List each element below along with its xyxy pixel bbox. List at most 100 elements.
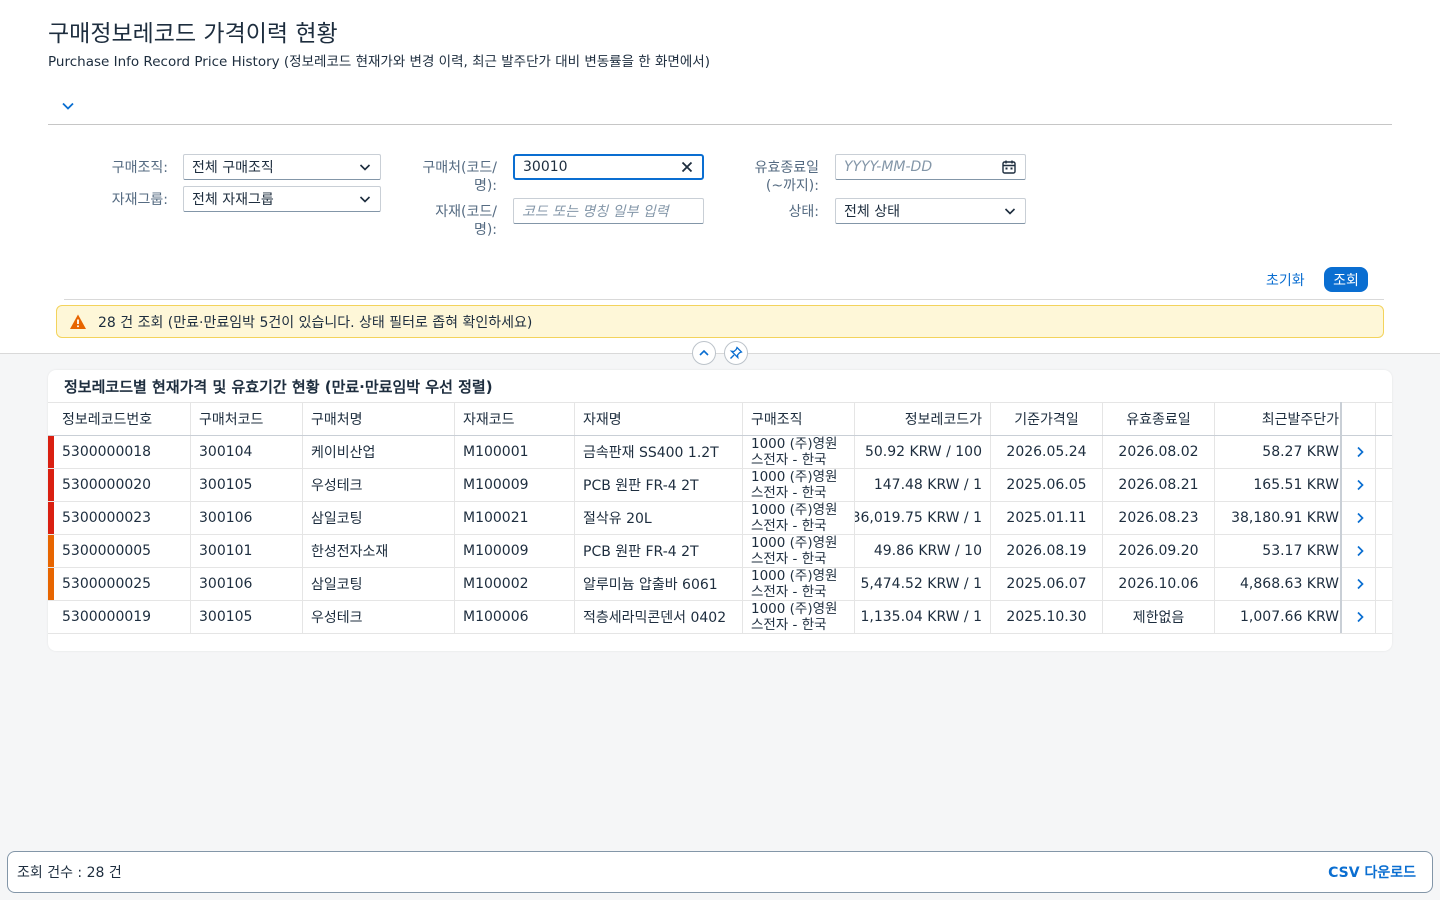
reset-button[interactable]: 초기화 — [1258, 267, 1313, 293]
warning-icon — [70, 314, 86, 329]
row-navigation[interactable] — [1344, 436, 1376, 468]
valid-to-placeholder: YYYY-MM-DD — [844, 159, 933, 175]
cell-price-date: 2025.01.11 — [991, 502, 1103, 534]
cell-vendor-code: 300105 — [191, 601, 303, 633]
cell-price-date: 2026.05.24 — [991, 436, 1103, 468]
material-group-select[interactable]: 전체 자재그룹 — [183, 186, 381, 212]
cell-vendor-code: 300101 — [191, 535, 303, 567]
cell-material-name: PCB 원판 FR-4 2T — [575, 535, 743, 567]
status-select[interactable]: 전체 상태 — [835, 198, 1026, 224]
page-title: 구매정보레코드 가격이력 현황 — [48, 21, 338, 47]
valid-to-label-line2: (~까지): — [765, 178, 819, 194]
row-navigation[interactable] — [1344, 568, 1376, 600]
vendor-label-line2: 명): — [473, 178, 497, 194]
table-row[interactable]: 5300000019 300105 우성테크 M100006 적층세라믹콘덴서 0402… — [48, 601, 1392, 634]
material-input[interactable]: 코드 또는 명칭 일부 입력 — [513, 198, 704, 224]
cell-valid-to: 2026.10.06 — [1103, 568, 1215, 600]
close-icon[interactable] — [680, 160, 694, 174]
cell-valid-to: 제한없음 — [1103, 601, 1215, 633]
column-header[interactable]: 자재명 — [575, 403, 743, 435]
row-navigation[interactable] — [1344, 535, 1376, 567]
material-group-value: 전체 자재그룹 — [192, 192, 274, 208]
cell-material-code: M100021 — [455, 502, 575, 534]
cell-vendor-name: 삼일코팅 — [303, 502, 455, 534]
status-value: 전체 상태 — [844, 204, 900, 220]
cell-price-date: 2025.06.07 — [991, 568, 1103, 600]
cell-org: 1000 (주)영원스전자 - 한국 — [743, 535, 855, 567]
material-group-label: 자재그룹: — [111, 192, 168, 208]
cell-record-no: 5300000023 — [54, 502, 191, 534]
column-header[interactable]: 자재코드 — [455, 403, 575, 435]
cell-record-no: 5300000020 — [54, 469, 191, 501]
chevron-right-icon — [1356, 578, 1364, 590]
table-header-row: 정보레코드번호 구매처코드 구매처명 자재코드 자재명 구매조직 정보레코드가 … — [48, 402, 1392, 436]
column-header[interactable]: 구매처코드 — [191, 403, 303, 435]
pin-icon — [729, 346, 743, 360]
header-area: 구매정보레코드 가격이력 현황 Purchase Info Record Pri… — [0, 0, 1440, 354]
cell-org: 1000 (주)영원스전자 - 한국 — [743, 436, 855, 468]
material-label-line2: 명): — [473, 222, 497, 238]
chevron-down-icon — [359, 196, 371, 203]
vendor-label-line1: 구매처(코드/ — [422, 160, 497, 176]
column-header[interactable]: 유효종료일 — [1103, 403, 1215, 435]
column-header[interactable]: 정보레코드가 — [855, 403, 991, 435]
table-row[interactable]: 5300000018 300104 케이비산업 M100001 금속판재 SS400 1… — [48, 436, 1392, 469]
purchase-org-select[interactable]: 전체 구매조직 — [183, 154, 381, 180]
chevron-right-icon — [1356, 611, 1364, 623]
cell-last-po-price: 1,007.66 KRW — [1215, 601, 1342, 633]
cell-material-name: 절삭유 20L — [575, 502, 743, 534]
column-header[interactable]: 구매조직 — [743, 403, 855, 435]
cell-price-date: 2025.10.30 — [991, 601, 1103, 633]
cell-material-code: M100002 — [455, 568, 575, 600]
chevron-right-icon — [1356, 545, 1364, 557]
cell-vendor-name: 우성테크 — [303, 469, 455, 501]
table-row[interactable]: 5300000023 300106 삼일코팅 M100021 절삭유 20L 1000 (… — [48, 502, 1392, 535]
cell-price-date: 2025.06.05 — [991, 469, 1103, 501]
cell-material-name: 금속판재 SS400 1.2T — [575, 436, 743, 468]
table-row[interactable]: 5300000005 300101 한성전자소재 M100009 PCB 원판 FR-4… — [48, 535, 1392, 568]
cell-org: 1000 (주)영원스전자 - 한국 — [743, 502, 855, 534]
page-subtitle: Purchase Info Record Price History (정보레코… — [48, 54, 710, 70]
header-divider — [48, 124, 1392, 125]
vendor-input-value: 30010 — [523, 159, 568, 175]
cell-org: 1000 (주)영원스전자 - 한국 — [743, 469, 855, 501]
material-label-line1: 자재(코드/ — [435, 204, 497, 220]
csv-download-button[interactable]: CSV 다운로드 — [1328, 862, 1416, 882]
row-navigation[interactable] — [1344, 601, 1376, 633]
column-header[interactable]: 정보레코드번호 — [54, 403, 191, 435]
cell-vendor-code: 300106 — [191, 568, 303, 600]
cell-record-price: 49.86 KRW / 10 — [855, 535, 991, 567]
cell-record-price: 1,135.04 KRW / 1 — [855, 601, 991, 633]
calendar-icon[interactable] — [1001, 159, 1017, 175]
purchase-org-value: 전체 구매조직 — [192, 160, 274, 176]
cell-valid-to: 2026.09.20 — [1103, 535, 1215, 567]
row-navigation[interactable] — [1344, 469, 1376, 501]
cell-valid-to: 2026.08.02 — [1103, 436, 1215, 468]
cell-last-po-price: 4,868.63 KRW — [1215, 568, 1342, 600]
collapse-header-button[interactable] — [692, 341, 716, 365]
chevron-right-icon — [1356, 479, 1364, 491]
valid-to-date-input[interactable]: YYYY-MM-DD — [835, 154, 1026, 180]
cell-last-po-price: 53.17 KRW — [1215, 535, 1342, 567]
column-header[interactable]: 최근발주단가 — [1215, 403, 1342, 435]
column-header[interactable]: 기준가격일 — [991, 403, 1103, 435]
pin-header-button[interactable] — [724, 341, 748, 365]
search-button[interactable]: 조회 — [1324, 267, 1368, 292]
chevron-down-icon — [62, 102, 74, 110]
column-header[interactable]: 구매처명 — [303, 403, 455, 435]
cell-material-name: PCB 원판 FR-4 2T — [575, 469, 743, 501]
header-expand-toggle[interactable] — [60, 98, 76, 114]
cell-record-no: 5300000019 — [54, 601, 191, 633]
material-input-placeholder: 코드 또는 명칭 일부 입력 — [522, 204, 669, 220]
vendor-input[interactable]: 30010 — [513, 154, 704, 180]
table-row[interactable]: 5300000020 300105 우성테크 M100009 PCB 원판 FR-4 2… — [48, 469, 1392, 502]
row-navigation[interactable] — [1344, 502, 1376, 534]
purchase-org-label: 구매조직: — [111, 160, 168, 176]
cell-record-no: 5300000005 — [54, 535, 191, 567]
chevron-right-icon — [1356, 446, 1364, 458]
cell-last-po-price: 58.27 KRW — [1215, 436, 1342, 468]
cell-record-price: 36,019.75 KRW / 1 — [855, 502, 991, 534]
cell-valid-to: 2026.08.21 — [1103, 469, 1215, 501]
cell-record-price: 5,474.52 KRW / 1 — [855, 568, 991, 600]
table-row[interactable]: 5300000025 300106 삼일코팅 M100002 알루미늄 압출바 6061… — [48, 568, 1392, 601]
